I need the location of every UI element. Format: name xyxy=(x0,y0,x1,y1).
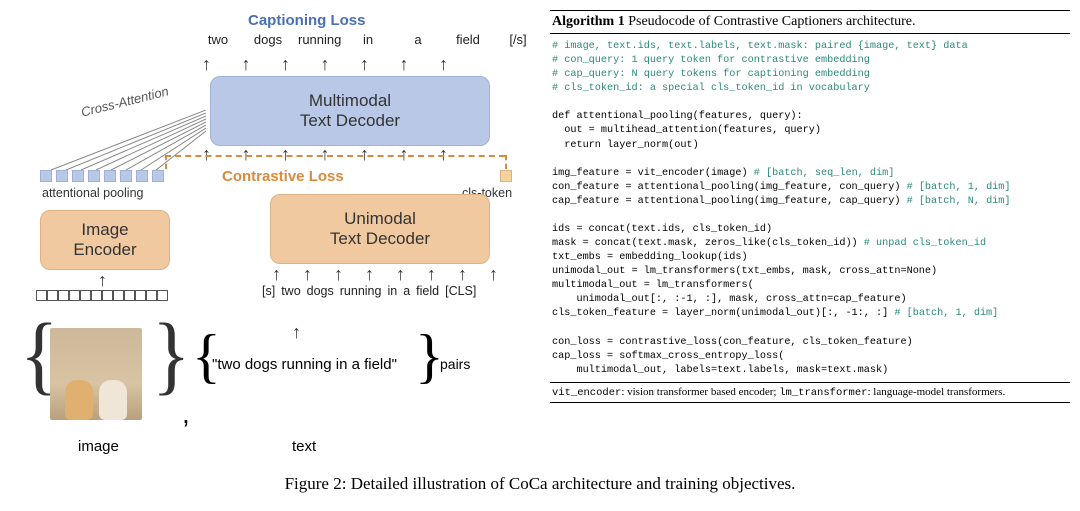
cross-attention-lines xyxy=(46,110,206,170)
out-tok-6: [/s] xyxy=(498,32,538,47)
out-tok-2: running xyxy=(298,32,338,47)
foot-lm-desc: : language-model transformers. xyxy=(867,386,1005,398)
utd-line1: Unimodal xyxy=(344,209,416,229)
dog-2-shape xyxy=(99,380,127,420)
image-label: image xyxy=(78,438,119,455)
attentional-pooling-tokens xyxy=(40,170,164,182)
in-tok-3: running xyxy=(340,284,382,298)
imgenc-line2: Encoder xyxy=(73,240,136,260)
output-tokens: two dogs running in a field [/s] xyxy=(198,32,538,47)
algorithm-footnote: vit_encoder: vision transformer based en… xyxy=(550,383,1070,403)
in-tok-0: [s] xyxy=(262,284,275,298)
out-tok-5: field xyxy=(448,32,488,47)
foot-vit-desc: : vision transformer based encoder; xyxy=(621,386,779,398)
in-tok-5: a xyxy=(403,284,410,298)
in-tok-2: dogs xyxy=(307,284,334,298)
foot-vit: vit_encoder xyxy=(552,387,621,399)
arrows-out: ↑↑↑↑↑↑↑ xyxy=(202,54,448,75)
text-label: text xyxy=(292,438,316,455)
dog-1-shape xyxy=(65,380,93,420)
brace-right-icon: } xyxy=(152,305,190,405)
out-tok-3: in xyxy=(348,32,388,47)
image-encoder-box: Image Encoder xyxy=(40,210,170,270)
algorithm-title-text: Pseudocode of Contrastive Captioners arc… xyxy=(628,14,915,29)
input-tokens: [s] two dogs running in a field [CLS] xyxy=(262,284,476,298)
contrastive-dash-h xyxy=(165,155,505,157)
mtd-line1: Multimodal xyxy=(309,91,391,111)
arrow-imgenc-in: ↑ xyxy=(98,270,107,291)
architecture-diagram: Captioning Loss two dogs running in a fi… xyxy=(10,10,540,460)
cls-token-box xyxy=(500,170,512,182)
utd-line2: Text Decoder xyxy=(330,229,430,249)
cross-attention-label: Cross-Attention xyxy=(80,83,171,119)
unimodal-text-decoder-box: Unimodal Text Decoder xyxy=(270,194,490,264)
arrows-utd-in: ↑↑↑↑↑↑↑↑ xyxy=(272,264,498,285)
contrastive-dash-vl xyxy=(165,155,167,169)
in-tok-4: in xyxy=(387,284,397,298)
foot-lm: lm_transformer xyxy=(779,387,867,399)
multimodal-text-decoder-box: Multimodal Text Decoder xyxy=(210,76,490,146)
captioning-loss-label: Captioning Loss xyxy=(248,12,366,29)
out-tok-1: dogs xyxy=(248,32,288,47)
figure-caption: Figure 2: Detailed illustration of CoCa … xyxy=(0,460,1080,494)
contrastive-loss-label: Contrastive Loss xyxy=(222,168,344,185)
mtd-line2: Text Decoder xyxy=(300,111,400,131)
algorithm-number: Algorithm 1 xyxy=(552,14,625,29)
out-tok-0: two xyxy=(198,32,238,47)
in-tok-6: field xyxy=(416,284,439,298)
pairs-label: pairs xyxy=(440,356,470,372)
algorithm-title: Algorithm 1 Pseudocode of Contrastive Ca… xyxy=(550,10,1070,34)
in-tok-7: [CLS] xyxy=(445,284,476,298)
in-tok-1: two xyxy=(281,284,300,298)
comma-separator: , xyxy=(182,398,190,430)
algorithm-block: Algorithm 1 Pseudocode of Contrastive Ca… xyxy=(540,10,1070,460)
image-patch-tokens xyxy=(36,290,168,301)
example-caption-text: "two dogs running in a field" xyxy=(212,356,397,373)
imgenc-line1: Image xyxy=(81,220,128,240)
contrastive-dash-vr xyxy=(505,155,507,169)
arrow-text-brace: ↑ xyxy=(292,322,301,343)
attentional-pooling-label: attentional pooling xyxy=(42,186,143,200)
algorithm-code: # image, text.ids, text.labels, text.mas… xyxy=(550,34,1070,383)
example-image-thumbnail xyxy=(50,328,142,420)
out-tok-4: a xyxy=(398,32,438,47)
figure-body: Captioning Loss two dogs running in a fi… xyxy=(0,0,1080,460)
